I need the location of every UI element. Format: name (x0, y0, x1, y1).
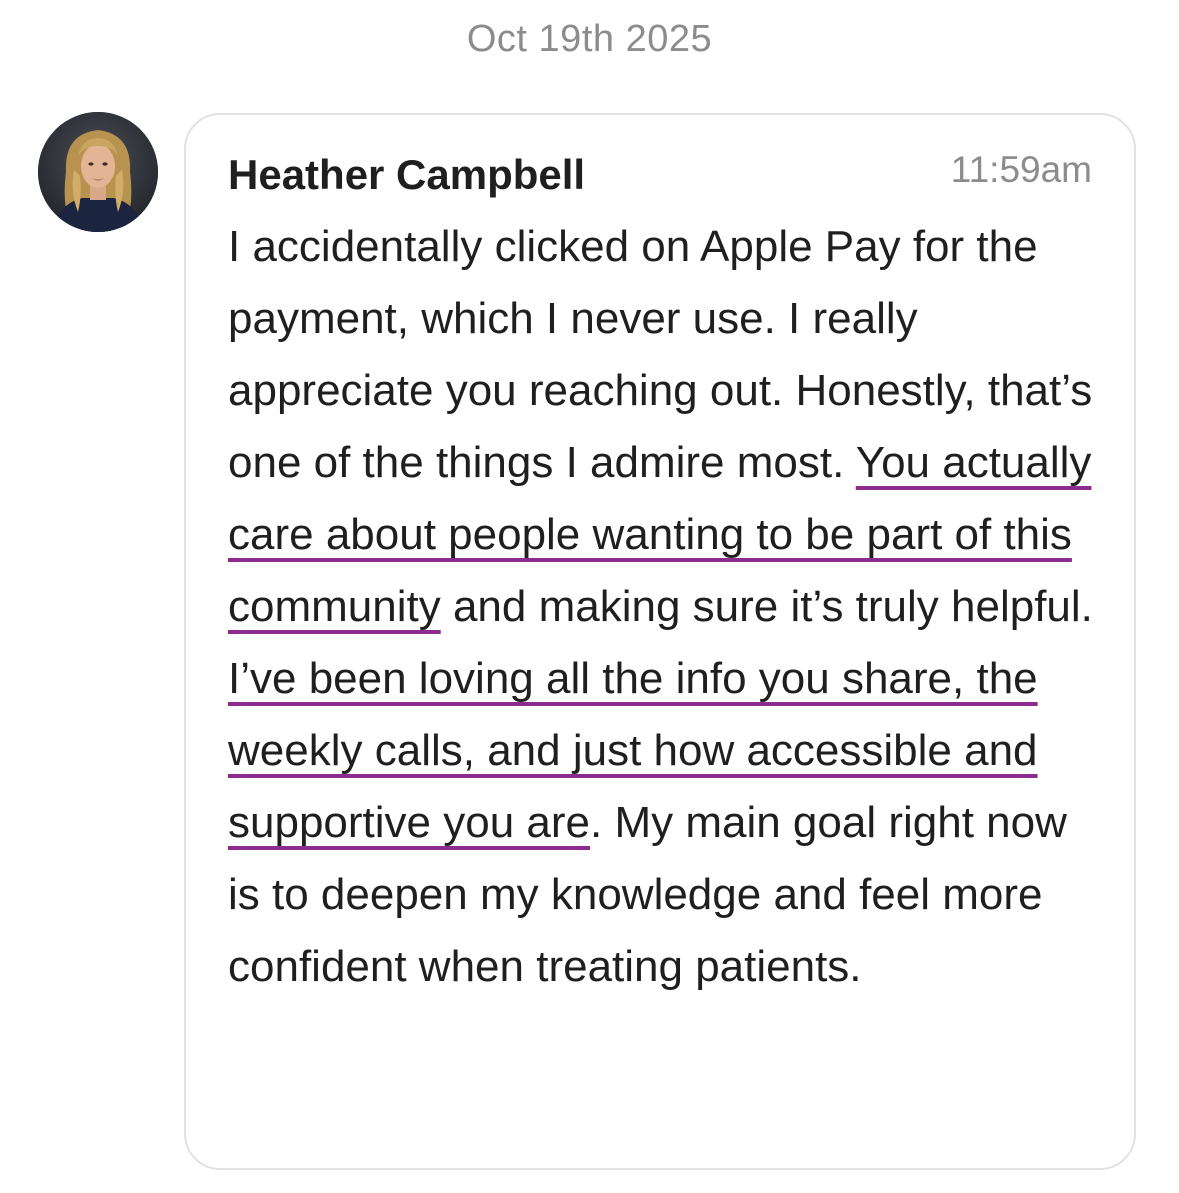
message-bubble: Heather Campbell 11:59am I accidentally … (184, 113, 1136, 1170)
sender-name[interactable]: Heather Campbell (228, 151, 585, 199)
avatar-photo (38, 112, 158, 232)
avatar[interactable] (38, 112, 158, 232)
message-text: I accidentally clicked on Apple Pay for … (228, 211, 1108, 1003)
message-timestamp: 11:59am (950, 149, 1092, 190)
message-text-mid: and making sure it’s truly helpful. (440, 582, 1093, 631)
date-divider: Oct 19th 2025 (466, 18, 713, 60)
